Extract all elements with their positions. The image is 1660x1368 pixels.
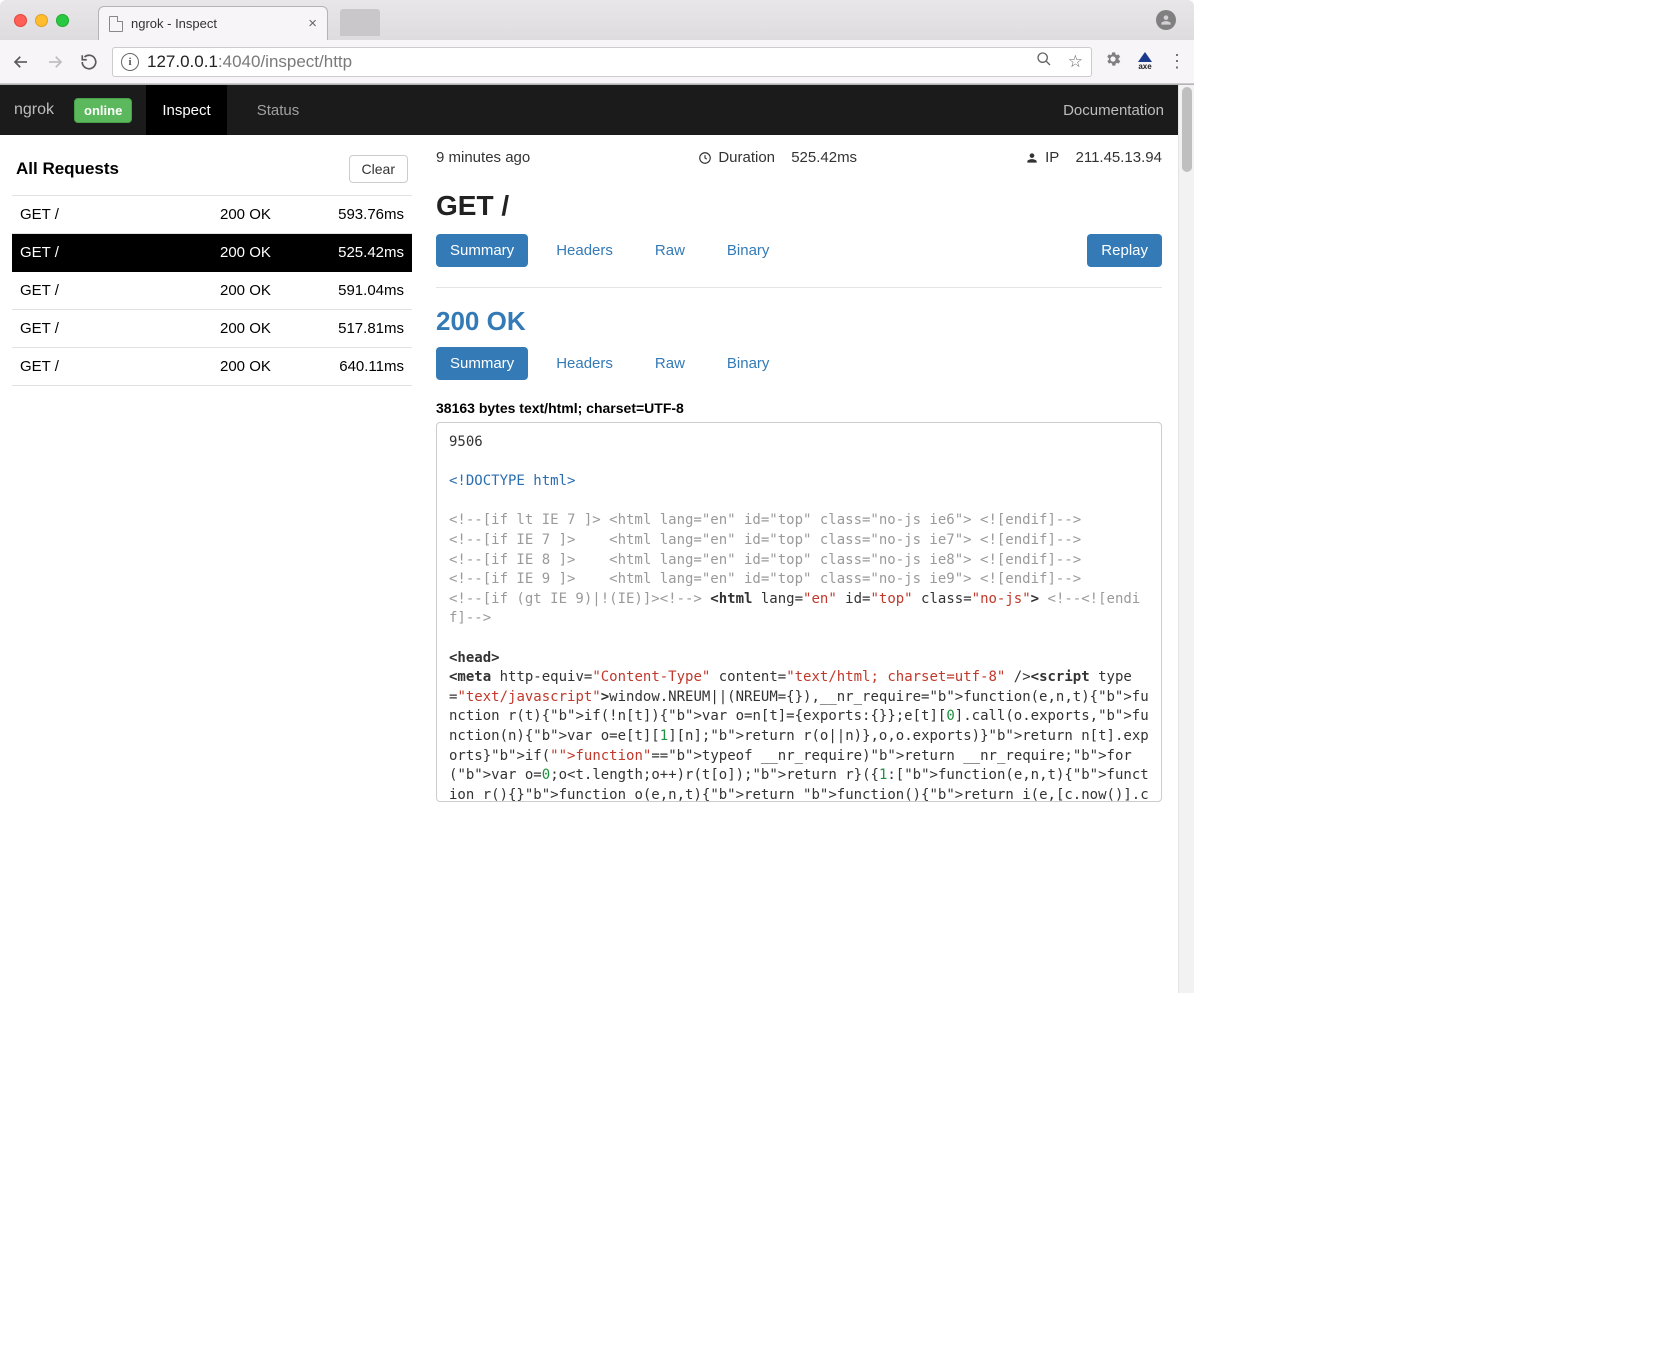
request-status: 200 OK bbox=[220, 282, 310, 299]
tab-title: ngrok - Inspect bbox=[131, 16, 217, 31]
request-method: GET / bbox=[20, 206, 220, 223]
settings-gear-icon[interactable] bbox=[1104, 50, 1122, 73]
window-controls bbox=[14, 14, 69, 27]
window-titlebar: ngrok - Inspect × bbox=[0, 0, 1194, 40]
tab-summary[interactable]: Summary bbox=[436, 347, 528, 380]
tab-summary[interactable]: Summary bbox=[436, 234, 528, 267]
vertical-scrollbar[interactable] bbox=[1178, 85, 1194, 993]
tab-binary[interactable]: Binary bbox=[713, 347, 784, 380]
chrome-menu-icon[interactable]: ⋮ bbox=[1168, 51, 1184, 72]
request-status: 200 OK bbox=[220, 320, 310, 337]
zoom-icon[interactable] bbox=[1036, 51, 1052, 72]
ngrok-header: ngrok online Inspect Status Documentatio… bbox=[0, 85, 1178, 135]
request-row[interactable]: GET /200 OK517.81ms bbox=[12, 310, 412, 348]
duration-label: Duration bbox=[718, 149, 775, 166]
request-method: GET / bbox=[20, 244, 220, 261]
nav-tab-inspect[interactable]: Inspect bbox=[146, 85, 226, 135]
duration-value: 525.42ms bbox=[791, 149, 857, 166]
site-info-icon[interactable]: i bbox=[121, 53, 139, 71]
browser-tab[interactable]: ngrok - Inspect × bbox=[98, 6, 328, 40]
axe-extension-icon[interactable]: axe bbox=[1136, 53, 1154, 71]
forward-button[interactable] bbox=[44, 51, 66, 73]
tab-raw[interactable]: Raw bbox=[641, 347, 699, 380]
ip-label: IP bbox=[1045, 149, 1059, 166]
requests-title: All Requests bbox=[16, 159, 119, 179]
detail-panel: 9 minutes ago Duration 525.42ms IP 211.4… bbox=[420, 135, 1178, 993]
clock-icon bbox=[698, 151, 712, 165]
viewport: ngrok online Inspect Status Documentatio… bbox=[0, 85, 1194, 993]
minimize-window-button[interactable] bbox=[35, 14, 48, 27]
tab-headers[interactable]: Headers bbox=[542, 347, 627, 380]
request-duration: 525.42ms bbox=[310, 244, 404, 261]
request-row[interactable]: GET /200 OK591.04ms bbox=[12, 272, 412, 310]
clear-button[interactable]: Clear bbox=[349, 155, 408, 183]
url-host: 127.0.0.1 bbox=[147, 52, 218, 71]
tab-binary[interactable]: Binary bbox=[713, 234, 784, 267]
ip-value: 211.45.13.94 bbox=[1076, 149, 1162, 166]
request-method: GET / bbox=[20, 282, 220, 299]
request-duration: 591.04ms bbox=[310, 282, 404, 299]
tab-raw[interactable]: Raw bbox=[641, 234, 699, 267]
url-path: :4040/inspect/http bbox=[218, 52, 352, 71]
request-duration: 640.11ms bbox=[310, 358, 404, 375]
requests-panel: All Requests Clear GET /200 OK593.76msGE… bbox=[0, 135, 420, 993]
ngrok-brand: ngrok bbox=[14, 101, 54, 119]
request-row[interactable]: GET /200 OK593.76ms bbox=[12, 196, 412, 234]
request-method: GET / bbox=[20, 358, 220, 375]
tab-headers[interactable]: Headers bbox=[542, 234, 627, 267]
response-status: 200 OK bbox=[436, 306, 1162, 337]
response-body[interactable]: 9506 <!DOCTYPE html> <!--[if lt IE 7 ]> … bbox=[436, 422, 1162, 802]
reload-button[interactable] bbox=[78, 51, 100, 73]
request-duration: 517.81ms bbox=[310, 320, 404, 337]
status-badge-online: online bbox=[74, 98, 132, 123]
request-row[interactable]: GET /200 OK640.11ms bbox=[12, 348, 412, 386]
user-icon bbox=[1025, 151, 1039, 165]
bookmark-star-icon[interactable]: ☆ bbox=[1068, 52, 1083, 72]
nav-tab-status[interactable]: Status bbox=[241, 85, 316, 135]
request-row[interactable]: GET /200 OK525.42ms bbox=[12, 234, 412, 272]
response-bytes: 38163 bytes text/html; charset=UTF-8 bbox=[436, 400, 1162, 416]
request-tabs: Summary Headers Raw Binary Replay bbox=[436, 234, 1162, 267]
request-age: 9 minutes ago bbox=[436, 149, 530, 166]
request-status: 200 OK bbox=[220, 206, 310, 223]
page-icon bbox=[109, 16, 123, 32]
divider bbox=[436, 287, 1162, 288]
scrollbar-thumb[interactable] bbox=[1182, 87, 1192, 172]
maximize-window-button[interactable] bbox=[56, 14, 69, 27]
requests-list: GET /200 OK593.76msGET /200 OK525.42msGE… bbox=[12, 195, 412, 386]
address-bar[interactable]: i 127.0.0.1:4040/inspect/http ☆ bbox=[112, 47, 1092, 77]
browser-chrome: ngrok - Inspect × i 127.0.0.1:4040/inspe… bbox=[0, 0, 1194, 85]
new-tab-stub[interactable] bbox=[340, 9, 380, 36]
request-status: 200 OK bbox=[220, 358, 310, 375]
replay-button[interactable]: Replay bbox=[1087, 234, 1162, 267]
request-duration: 593.76ms bbox=[310, 206, 404, 223]
browser-toolbar: i 127.0.0.1:4040/inspect/http ☆ axe ⋮ bbox=[0, 40, 1194, 84]
documentation-link[interactable]: Documentation bbox=[1063, 102, 1164, 119]
response-tabs: Summary Headers Raw Binary bbox=[436, 347, 1162, 380]
close-tab-icon[interactable]: × bbox=[308, 15, 317, 32]
request-method: GET / bbox=[20, 320, 220, 337]
back-button[interactable] bbox=[10, 51, 32, 73]
close-window-button[interactable] bbox=[14, 14, 27, 27]
profile-avatar-icon[interactable] bbox=[1156, 10, 1176, 30]
request-status: 200 OK bbox=[220, 244, 310, 261]
request-title: GET / bbox=[436, 190, 1162, 222]
